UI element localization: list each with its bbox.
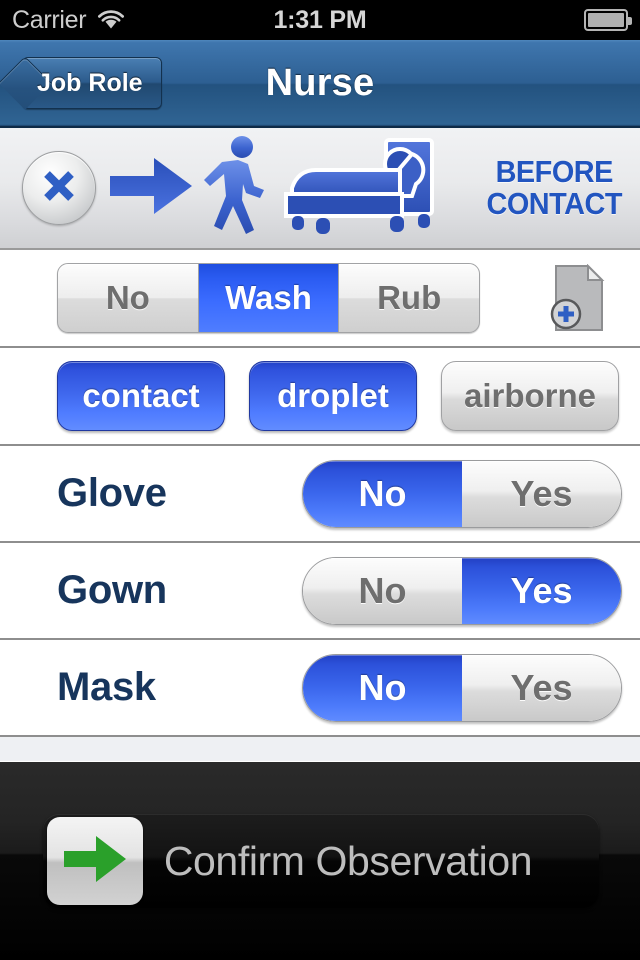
list-bottom-spacer	[0, 737, 640, 761]
ppe-row-gown: Gown No Yes	[0, 543, 640, 640]
walking-person-icon	[198, 134, 270, 243]
battery-icon	[584, 9, 632, 31]
glove-toggle[interactable]: No Yes	[302, 459, 622, 528]
moment-label-line1: BEFORE	[495, 154, 614, 190]
moment-label-line2: CONTACT	[486, 186, 623, 221]
hand-hygiene-option-rub[interactable]: Rub	[339, 264, 479, 332]
hand-hygiene-option-no[interactable]: No	[58, 264, 199, 332]
arrow-right-icon	[108, 148, 196, 229]
ppe-row-glove: Glove No Yes	[0, 446, 640, 543]
hand-hygiene-option-wash[interactable]: Wash	[198, 264, 340, 332]
gown-toggle-no[interactable]: No	[303, 557, 462, 624]
ppe-label-mask: Mask	[57, 665, 156, 709]
status-bar-clock: 1:31 PM	[273, 5, 367, 34]
close-moment-button[interactable]	[22, 151, 96, 225]
mask-toggle[interactable]: No Yes	[302, 653, 622, 722]
precaution-airborne-button[interactable]: airborne	[441, 361, 620, 431]
moment-label: BEFORE CONTACT	[487, 156, 626, 219]
precautions-row: contact droplet airborne	[0, 348, 640, 446]
add-note-button[interactable]	[548, 263, 610, 332]
green-arrow-right-icon	[62, 831, 128, 892]
navigation-bar: Job Role Nurse	[0, 40, 640, 128]
glove-toggle-no[interactable]: No	[303, 460, 462, 527]
close-x-icon	[34, 161, 84, 216]
moment-banner: BEFORE CONTACT	[0, 128, 640, 250]
document-add-icon	[548, 263, 610, 336]
bottom-toolbar: Confirm Observation	[0, 762, 640, 960]
precaution-button-group: contact droplet airborne	[57, 361, 620, 431]
status-bar: Carrier 1:31 PM	[0, 0, 640, 40]
ppe-label-gown: Gown	[57, 568, 167, 612]
precaution-contact-button[interactable]: contact	[57, 361, 225, 431]
moment-icon-group	[96, 132, 476, 245]
hand-hygiene-row: No Wash Rub	[0, 250, 640, 348]
ppe-row-mask: Mask No Yes	[0, 640, 640, 737]
mask-toggle-yes[interactable]: Yes	[462, 654, 621, 721]
app-screen: Carrier 1:31 PM Job Role Nurse BEFORE CO…	[0, 0, 640, 960]
back-button-job-role[interactable]: Job Role	[22, 57, 162, 109]
confirm-icon-tile	[47, 817, 143, 905]
back-button-label: Job Role	[37, 68, 143, 97]
ppe-label-glove: Glove	[57, 471, 167, 515]
hand-hygiene-segmented-control[interactable]: No Wash Rub	[57, 263, 480, 333]
precaution-droplet-button[interactable]: droplet	[249, 361, 417, 431]
patient-in-bed-icon	[272, 132, 440, 245]
gown-toggle[interactable]: No Yes	[302, 556, 622, 625]
confirm-observation-button[interactable]: Confirm Observation	[43, 814, 599, 908]
gown-toggle-yes[interactable]: Yes	[462, 557, 621, 624]
confirm-observation-label: Confirm Observation	[163, 837, 533, 884]
mask-toggle-no[interactable]: No	[303, 654, 462, 721]
glove-toggle-yes[interactable]: Yes	[462, 460, 621, 527]
